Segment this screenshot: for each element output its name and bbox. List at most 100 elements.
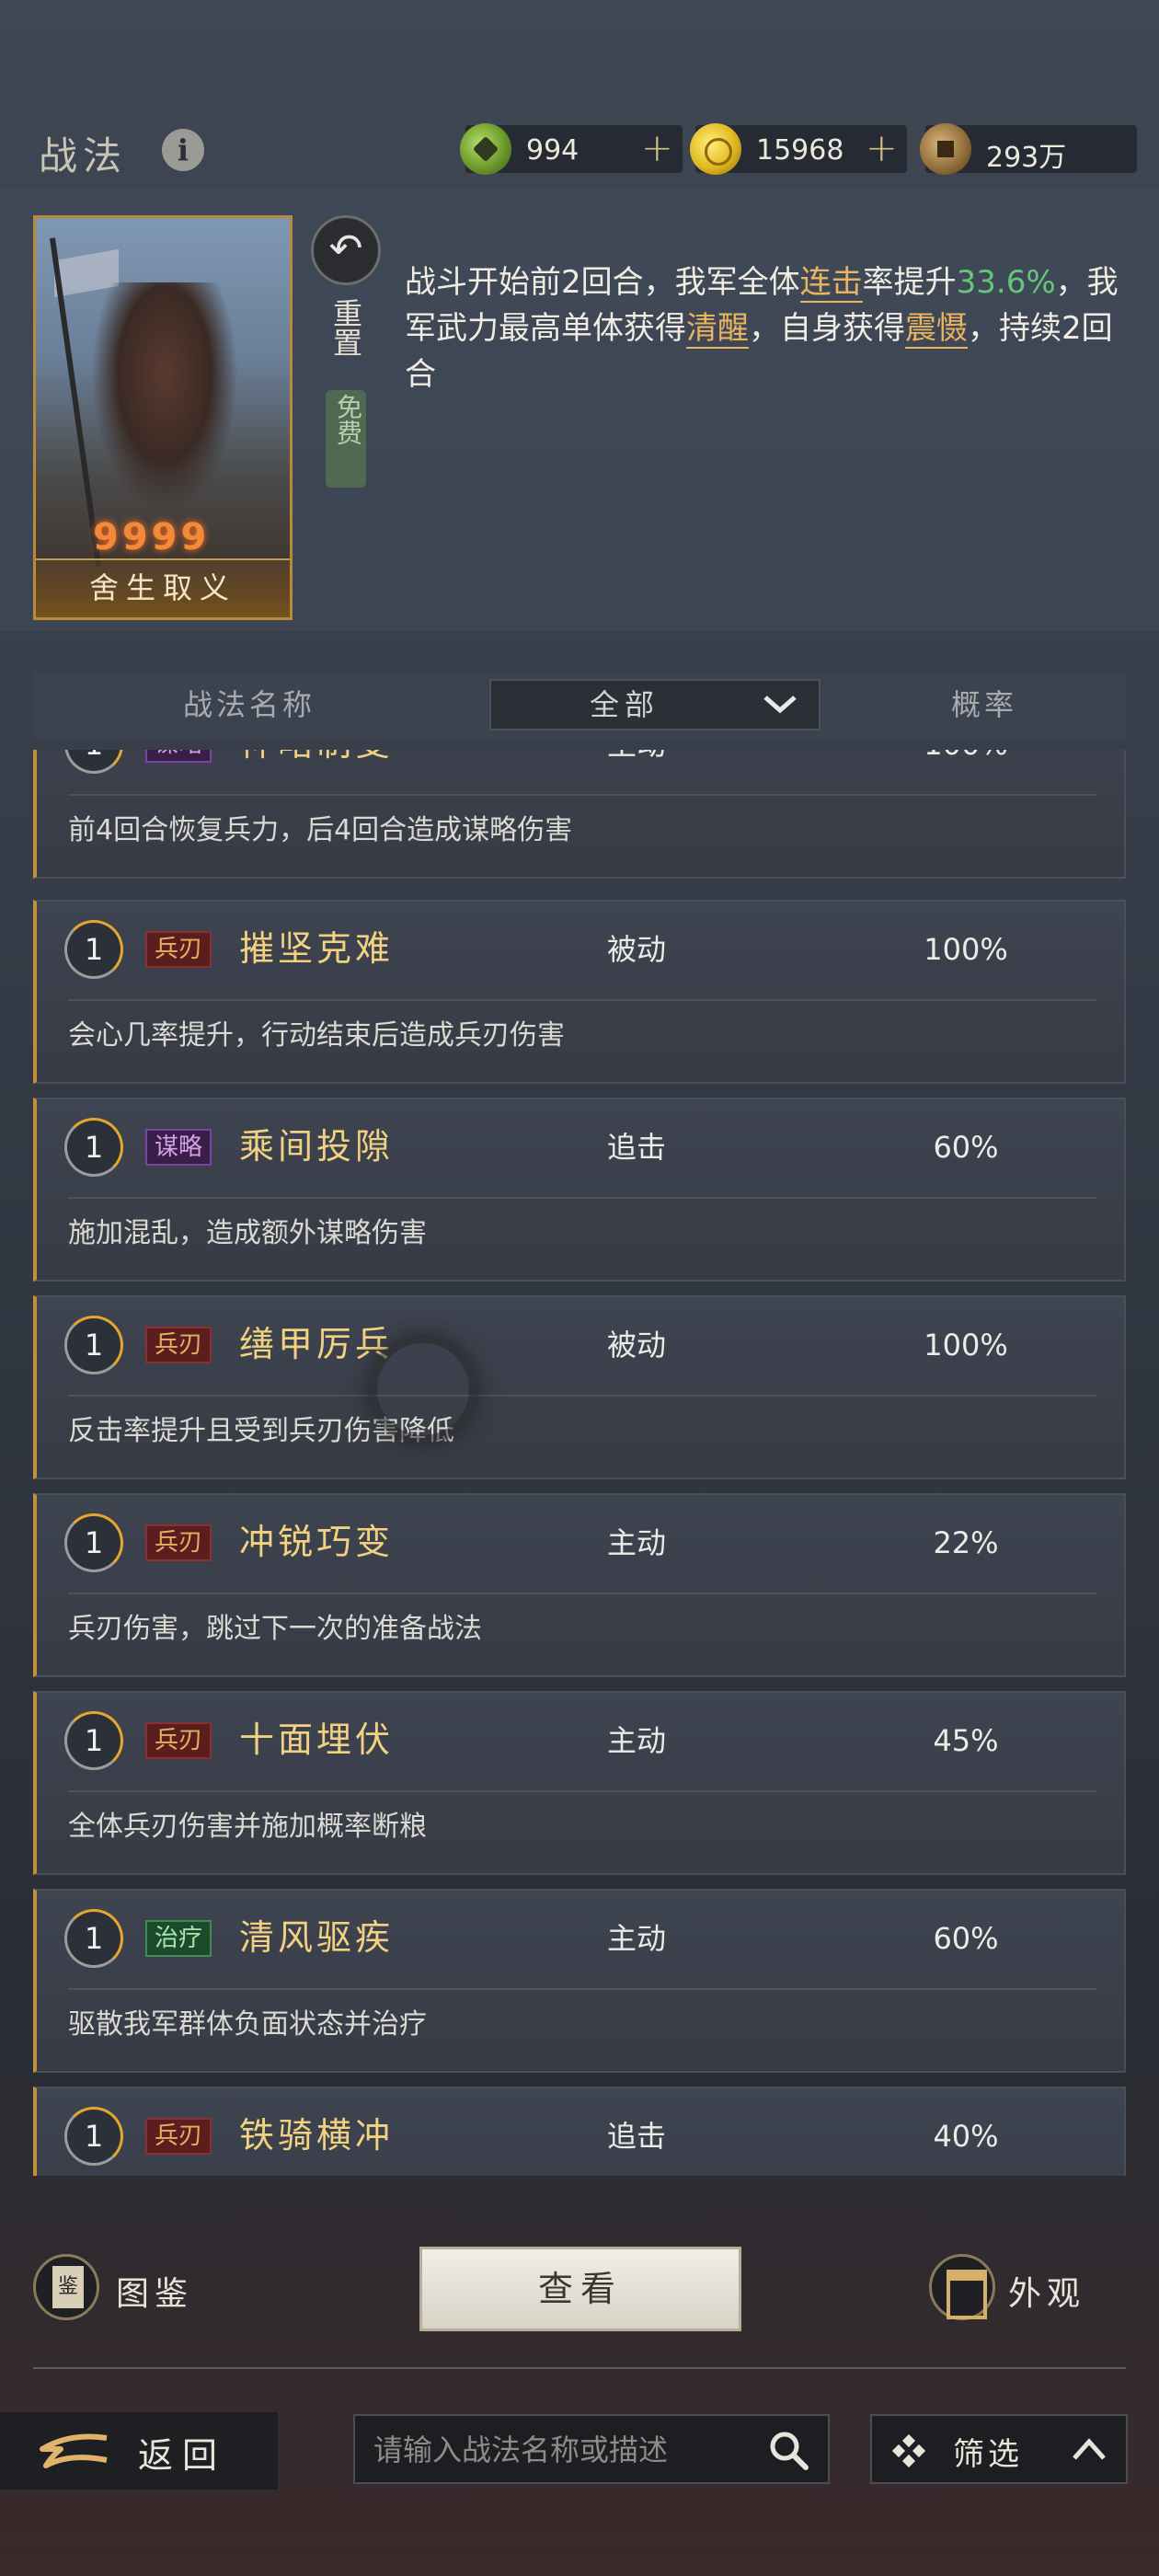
chevron-up-icon [1073, 2438, 1106, 2460]
skill-level: 1 [64, 920, 123, 979]
back-button[interactable]: 返回 [0, 2412, 278, 2490]
skill-kind: 主动 [607, 1921, 667, 1956]
skill-probability: 60% [933, 1921, 999, 1956]
add-gold-button[interactable]: + [866, 129, 898, 167]
skill-name: 清风驱疾 [239, 1917, 395, 1958]
skill-kind: 主动 [607, 1525, 667, 1560]
skill-name: 铁骑横冲 [239, 2115, 395, 2156]
skill-type-tag: 兵刃 [145, 931, 212, 968]
skill-name: 乘间投隙 [239, 1126, 395, 1167]
column-skill-name: 战法名称 [182, 687, 316, 722]
skill-level: 1 [64, 1513, 123, 1572]
row-divider [68, 794, 1096, 796]
reset-icon[interactable]: ↶ [311, 215, 381, 285]
skill-row[interactable]: 1 治疗 清风驱疾 主动 60% 驱散我军群体负面状态并治疗 [33, 1889, 1126, 2073]
skill-row[interactable]: 1 兵刃 铁骑横冲 追击 40% [33, 2087, 1126, 2176]
skill-probability: 40% [933, 2119, 999, 2154]
skill-description: 兵刃伤害，跳过下一次的准备战法 [68, 1613, 482, 1645]
type-filter-value: 全部 [589, 687, 660, 722]
jade-coin-icon [460, 123, 511, 175]
skill-name: 摧坚克难 [239, 928, 395, 969]
type-filter-dropdown[interactable]: 全部 [489, 679, 820, 730]
row-divider [68, 1790, 1096, 1792]
filter-button[interactable]: 筛选 [870, 2414, 1128, 2484]
skill-row[interactable]: 1 兵刃 缮甲厉兵 被动 100% 反击率提升且受到兵刃伤害降低 [33, 1295, 1126, 1479]
skill-kind: 主动 [607, 750, 666, 768]
skill-row[interactable]: 1 兵刃 十面埋伏 主动 45% 全体兵刃伤害并施加概率断粮 [33, 1691, 1126, 1875]
list-column-header: 战法名称 全部 概率 [33, 672, 1126, 738]
reset-control[interactable]: ↶ 重置 免费 [311, 215, 381, 488]
resource-jade-value: 994 [526, 134, 580, 167]
keyword-combo[interactable]: 连击 [799, 264, 863, 303]
page-title: 战法 [39, 133, 128, 178]
skill-kind: 追击 [607, 1130, 667, 1165]
filter-label: 筛选 [953, 2436, 1023, 2473]
top-bar: 战法 i 994 + 15968 + 293万 [0, 110, 1159, 188]
reset-label[interactable]: 重置 [311, 298, 381, 367]
column-probability: 概率 [950, 687, 1017, 722]
appearance-icon[interactable] [929, 2254, 995, 2320]
free-badge: 免费 [326, 390, 366, 488]
codex-icon[interactable] [33, 2254, 99, 2320]
touch-ripple-indicator [368, 1334, 478, 1444]
search-box[interactable] [353, 2414, 830, 2484]
skill-probability: 22% [933, 1525, 999, 1560]
row-divider [68, 1197, 1096, 1199]
add-jade-button[interactable]: + [641, 129, 673, 167]
keyword-awake[interactable]: 清醒 [686, 310, 749, 349]
skill-row[interactable]: 1 谋略 乘间投隙 追击 60% 施加混乱，造成额外谋略伤害 [33, 1098, 1126, 1282]
keyword-deter[interactable]: 震慑 [905, 310, 968, 349]
skill-type-tag: 兵刃 [145, 2118, 212, 2155]
skill-description: 全体兵刃伤害并施加概率断粮 [68, 1811, 427, 1843]
skill-type-tag: 治疗 [145, 1920, 212, 1957]
divider [33, 2367, 1126, 2369]
skill-level: 1 [64, 2107, 123, 2166]
row-divider [68, 1395, 1096, 1397]
row-divider [68, 999, 1096, 1001]
search-icon[interactable] [767, 2429, 809, 2471]
skill-level: 1 [64, 1711, 123, 1770]
row-divider [68, 1593, 1096, 1594]
skill-name: 缮甲厉兵 [239, 1324, 395, 1364]
footer-bar: 返回 筛选 [0, 2407, 1159, 2499]
gold-coin-icon [690, 123, 741, 175]
skill-name: 神略制变 [239, 750, 394, 768]
search-input[interactable] [373, 2423, 751, 2477]
view-button[interactable]: 查看 [419, 2247, 741, 2331]
skill-level: 1 [64, 750, 123, 774]
skill-probability: 100% [924, 932, 1008, 967]
card-warrior-art [91, 282, 238, 512]
skill-probability: 60% [933, 1130, 999, 1165]
resource-gold: 15968 + [690, 123, 907, 175]
skill-type-tag: 谋略 [145, 1129, 212, 1166]
back-arrow-icon [40, 2433, 108, 2468]
skill-description: 驱散我军群体负面状态并治疗 [68, 2008, 427, 2041]
copper-coin-icon [920, 123, 971, 175]
skill-description: 施加混乱，造成额外谋略伤害 [68, 1217, 427, 1249]
filter-diamond-icon [892, 2434, 925, 2467]
desc-text-4: ，自身获得 [749, 310, 905, 347]
card-rank-marks: 9999 [93, 516, 211, 558]
skill-card[interactable]: 9999 舍生取义 [33, 215, 293, 620]
info-icon[interactable]: i [162, 129, 204, 171]
skill-card-name: 舍生取义 [36, 558, 290, 617]
skill-kind: 追击 [607, 2119, 667, 2154]
skill-list[interactable]: 1 谋略 神略制变 主动 100% 前4回合恢复兵力，后4回合造成谋略伤害 1 … [33, 750, 1126, 2176]
back-label: 返回 [138, 2435, 227, 2476]
skill-type-tag: 谋略 [145, 750, 212, 763]
skill-kind: 主动 [607, 1723, 667, 1758]
codex-button[interactable]: 图鉴 [116, 2267, 193, 2315]
skill-level: 1 [64, 1118, 123, 1177]
featured-skill-description: 战斗开始前2回合，我军全体连击率提升33.6%，我军武力最高单体获得清醒，自身获… [405, 259, 1141, 397]
skill-probability: 45% [933, 1723, 999, 1758]
chevron-down-icon [763, 696, 797, 714]
skill-row[interactable]: 1 兵刃 冲锐巧变 主动 22% 兵刃伤害，跳过下一次的准备战法 [33, 1493, 1126, 1677]
skill-row[interactable]: 1 谋略 神略制变 主动 100% 前4回合恢复兵力，后4回合造成谋略伤害 [33, 750, 1126, 879]
appearance-button[interactable]: 外观 [1008, 2267, 1085, 2315]
skill-kind: 被动 [607, 1328, 667, 1363]
desc-text-2: 率提升 [862, 264, 957, 301]
skill-name: 冲锐巧变 [239, 1522, 395, 1562]
skill-level: 1 [64, 1316, 123, 1374]
skill-row[interactable]: 1 兵刃 摧坚克难 被动 100% 会心几率提升，行动结束后造成兵刃伤害 [33, 900, 1126, 1084]
skill-description: 前4回合恢复兵力，后4回合造成谋略伤害 [68, 814, 573, 846]
